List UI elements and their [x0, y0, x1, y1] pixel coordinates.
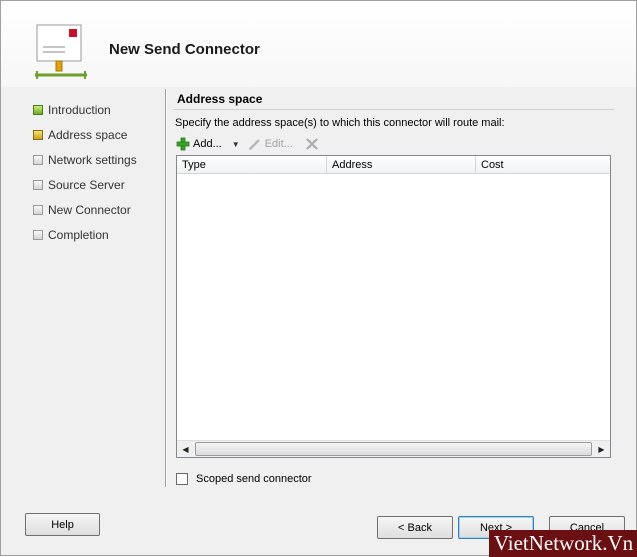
step-label: Network settings — [48, 152, 137, 167]
wizard-window: New Send Connector Introduction Address … — [0, 0, 637, 557]
step-introduction: Introduction — [33, 97, 137, 122]
pencil-icon — [248, 139, 260, 150]
address-space-grid[interactable]: Type Address Cost ◀ ▶ — [176, 155, 611, 458]
panel-divider — [165, 89, 167, 487]
scroll-right-icon[interactable]: ▶ — [593, 441, 610, 457]
scoped-connector-checkbox[interactable] — [176, 473, 188, 485]
step-label: Completion — [48, 227, 109, 242]
scroll-left-icon[interactable]: ◀ — [177, 441, 194, 457]
section-separator — [173, 109, 614, 110]
send-connector-icon — [35, 24, 87, 79]
edit-button[interactable]: Edit... — [248, 137, 293, 151]
plus-icon — [176, 137, 190, 151]
watermark-logo: VietNetwork.Vn — [489, 530, 637, 557]
horizontal-scrollbar[interactable]: ◀ ▶ — [177, 440, 610, 457]
step-status-icon — [33, 129, 43, 140]
add-label: Add... — [193, 138, 222, 150]
grid-header: Type Address Cost — [177, 156, 610, 174]
step-status-icon — [33, 179, 43, 190]
step-completion: Completion — [33, 222, 137, 247]
step-label: New Connector — [48, 202, 131, 217]
step-status-icon — [33, 229, 43, 240]
column-header-cost[interactable]: Cost — [476, 156, 610, 174]
delete-icon — [306, 138, 318, 150]
wizard-steps: Introduction Address space Network setti… — [33, 97, 137, 247]
scroll-thumb[interactable] — [195, 442, 592, 456]
step-status-icon — [33, 104, 43, 115]
step-network-settings: Network settings — [33, 147, 137, 172]
wizard-title: New Send Connector — [109, 41, 260, 58]
step-status-icon — [33, 154, 43, 165]
section-title: Address space — [177, 92, 263, 106]
section-description: Specify the address space(s) to which th… — [175, 117, 505, 129]
edit-label: Edit... — [264, 138, 293, 150]
address-toolbar: Add... ▼ Edit... — [176, 135, 325, 153]
wizard-header: New Send Connector — [1, 1, 636, 87]
step-label: Address space — [48, 127, 128, 142]
remove-button[interactable] — [299, 137, 319, 151]
scoped-connector-option[interactable]: Scoped send connector — [176, 473, 312, 485]
back-button[interactable]: < Back — [377, 516, 453, 539]
scoped-connector-label[interactable]: Scoped send connector — [196, 473, 312, 485]
step-address-space: Address space — [33, 122, 137, 147]
step-new-connector: New Connector — [33, 197, 137, 222]
column-header-type[interactable]: Type — [177, 156, 327, 174]
step-label: Source Server — [48, 177, 125, 192]
step-source-server: Source Server — [33, 172, 137, 197]
step-status-icon — [33, 204, 43, 215]
chevron-down-icon[interactable]: ▼ — [232, 140, 240, 149]
step-label: Introduction — [48, 102, 111, 117]
column-header-address[interactable]: Address — [327, 156, 476, 174]
help-button[interactable]: Help — [25, 513, 100, 536]
add-button[interactable]: Add... ▼ — [176, 137, 242, 151]
